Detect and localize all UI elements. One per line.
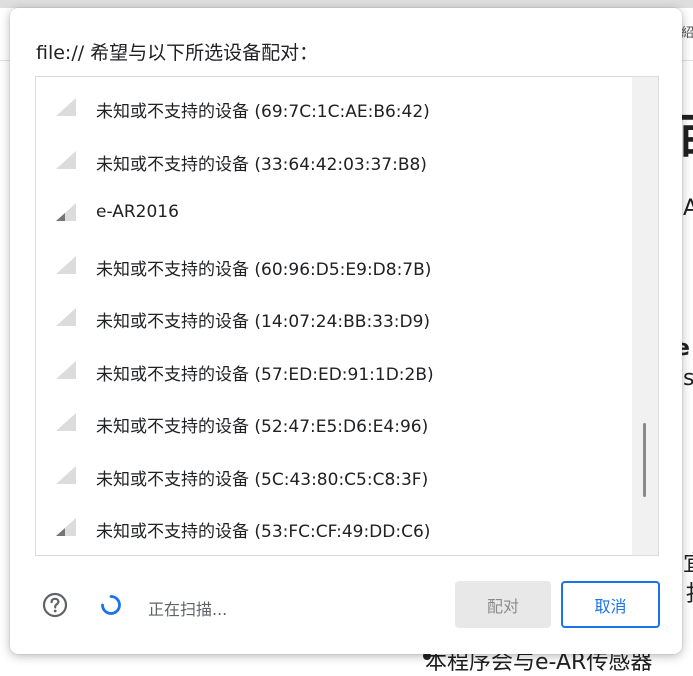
device-list-item[interactable]: 未知或不支持的设备 (33:64:42:03:37:B8) <box>36 134 632 187</box>
device-list: 未知或不支持的设备 (69:7C:1C:AE:B6:42) 未知或不支持的设备 (… <box>36 81 632 554</box>
help-icon[interactable] <box>42 592 68 618</box>
signal-strength-icon <box>56 413 76 431</box>
device-list-item[interactable]: 未知或不支持的设备 (5C:43:80:C5:C8:3F) <box>36 449 632 502</box>
background-text-fragment: 宜 <box>683 546 693 578</box>
device-name: 未知或不支持的设备 (57:ED:ED:91:1D:2B) <box>96 364 434 385</box>
device-list-box: 未知或不支持的设备 (69:7C:1C:AE:B6:42) 未知或不支持的设备 (… <box>35 76 659 556</box>
device-list-item[interactable]: 未知或不支持的设备 (69:7C:1C:AE:B6:42) <box>36 81 632 134</box>
device-list-item[interactable]: e-AR2016 <box>36 186 632 239</box>
device-name: 未知或不支持的设备 (69:7C:1C:AE:B6:42) <box>96 102 430 122</box>
background-text-fragment: 紹 <box>681 26 693 41</box>
signal-strength-icon <box>56 465 76 484</box>
signal-strength-icon <box>56 518 76 536</box>
device-name: 未知或不支持的设备 (5C:43:80:C5:C8:3F) <box>96 469 429 490</box>
scanning-status: 正在扫描... <box>148 600 228 619</box>
scrollbar-thumb[interactable] <box>643 423 646 497</box>
signal-strength-icon <box>56 203 76 221</box>
background-text-fragment: A <box>683 196 693 221</box>
background-text-fragment: 扌 <box>685 576 693 608</box>
pair-button[interactable]: 配对 <box>455 581 551 628</box>
scrollbar-track[interactable] <box>632 77 658 555</box>
signal-strength-icon <box>56 360 76 379</box>
signal-strength-icon <box>56 308 76 326</box>
device-list-item[interactable]: 未知或不支持的设备 (53:FC:CF:49:DD:C6) <box>36 501 632 554</box>
bluetooth-pairing-dialog: file:// 希望与以下所选设备配对： 未知或不支持的设备 (69:7C:1C… <box>10 8 682 654</box>
signal-strength-icon <box>56 98 76 116</box>
signal-strength-icon <box>56 255 76 274</box>
device-name: e-AR2016 <box>96 202 179 222</box>
dialog-title: file:// 希望与以下所选设备配对： <box>36 42 319 64</box>
background-text-fragment: s <box>683 366 693 391</box>
device-list-item[interactable]: 未知或不支持的设备 (52:47:E5:D6:E4:96) <box>36 396 632 449</box>
device-list-item[interactable]: 未知或不支持的设备 (14:07:24:BB:33:D9) <box>36 291 632 344</box>
signal-strength-icon <box>56 150 76 169</box>
loading-spinner-icon <box>101 595 121 615</box>
device-name: 未知或不支持的设备 (33:64:42:03:37:B8) <box>96 154 427 175</box>
background-top-bar <box>0 0 693 8</box>
device-name: 未知或不支持的设备 (60:96:D5:E9:D8:7B) <box>96 259 432 280</box>
device-list-item[interactable]: 未知或不支持的设备 (60:96:D5:E9:D8:7B) <box>36 239 632 292</box>
device-name: 未知或不支持的设备 (52:47:E5:D6:E4:96) <box>96 417 429 437</box>
device-name: 未知或不支持的设备 (14:07:24:BB:33:D9) <box>96 312 431 332</box>
device-list-item[interactable]: 未知或不支持的设备 (57:ED:ED:91:1D:2B) <box>36 344 632 397</box>
device-name: 未知或不支持的设备 (53:FC:CF:49:DD:C6) <box>96 522 431 542</box>
cancel-button[interactable]: 取消 <box>561 581 660 628</box>
